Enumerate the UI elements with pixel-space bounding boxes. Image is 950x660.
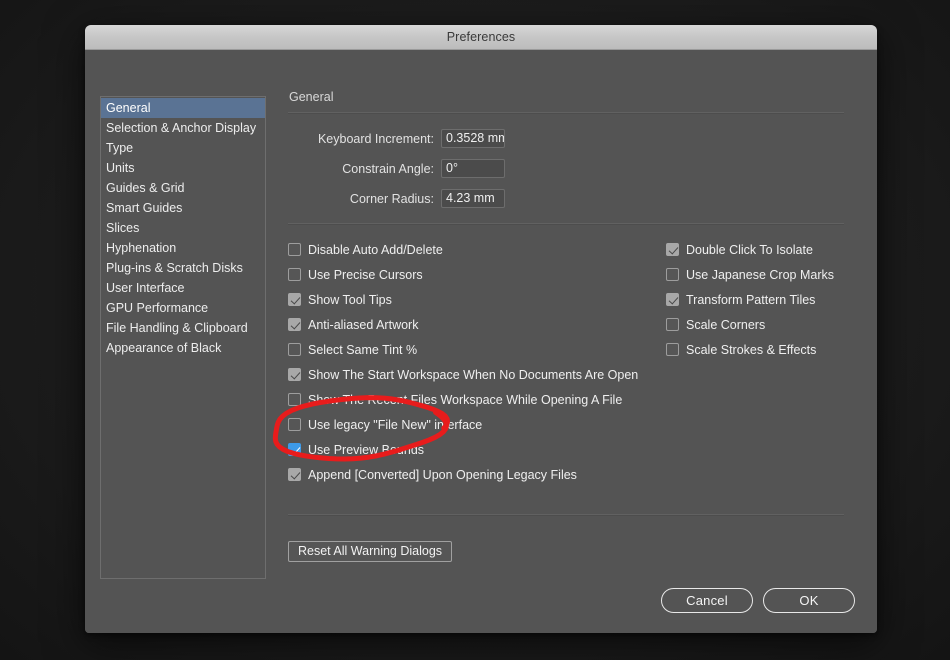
checkbox-show-the-start-workspace-when-no-documents-are-open[interactable]: [288, 368, 301, 381]
sidebar-item-file-handling-clipboard[interactable]: File Handling & Clipboard: [101, 318, 265, 338]
dialog-titlebar: Preferences: [85, 25, 877, 50]
checkbox-show-tool-tips[interactable]: [288, 293, 301, 306]
checkbox-row-use-japanese-crop-marks[interactable]: Use Japanese Crop Marks: [666, 262, 866, 287]
checkbox-transform-pattern-tiles[interactable]: [666, 293, 679, 306]
corner-radius-row: Corner Radius: 4.23 mm: [281, 188, 846, 209]
sidebar-item-selection-anchor-display[interactable]: Selection & Anchor Display: [101, 118, 265, 138]
checkbox-select-same-tint[interactable]: [288, 343, 301, 356]
checkbox-label-scale-corners: Scale Corners: [686, 317, 766, 332]
checkbox-scale-corners[interactable]: [666, 318, 679, 331]
panel-section-title: General: [289, 90, 334, 104]
checkbox-label-use-preview-bounds: Use Preview Bounds: [308, 442, 425, 457]
keyboard-increment-input[interactable]: 0.3528 mm: [441, 129, 505, 148]
checkbox-row-show-tool-tips[interactable]: Show Tool Tips: [288, 287, 688, 312]
preferences-panel: General Keyboard Increment: 0.3528 mm Cons…: [281, 90, 846, 567]
checkbox-use-precise-cursors[interactable]: [288, 268, 301, 281]
field-group: Keyboard Increment: 0.3528 mm Constrain An…: [281, 128, 846, 209]
section-divider-middle: [288, 223, 844, 225]
checkbox-label-show-the-recent-files-workspace-while-opening-a-file: Show The Recent Files Workspace While Op…: [308, 392, 623, 407]
sidebar-item-appearance-of-black[interactable]: Appearance of Black: [101, 338, 265, 358]
checkbox-label-use-japanese-crop-marks: Use Japanese Crop Marks: [686, 267, 834, 282]
sidebar-item-type[interactable]: Type: [101, 138, 265, 158]
dialog-footer: Cancel OK: [661, 588, 855, 613]
sidebar-item-smart-guides[interactable]: Smart Guides: [101, 198, 265, 218]
checkbox-use-japanese-crop-marks[interactable]: [666, 268, 679, 281]
sidebar-item-plug-ins-scratch-disks[interactable]: Plug-ins & Scratch Disks: [101, 258, 265, 278]
cancel-button[interactable]: Cancel: [661, 588, 753, 613]
checkbox-scale-strokes-effects[interactable]: [666, 343, 679, 356]
ok-button[interactable]: OK: [763, 588, 855, 613]
corner-radius-label: Corner Radius:: [349, 191, 434, 206]
sidebar-item-hyphenation[interactable]: Hyphenation: [101, 238, 265, 258]
checkbox-label-show-the-start-workspace-when-no-documents-are-open: Show The Start Workspace When No Documen…: [308, 367, 639, 382]
checkbox-label-use-legacy-file-new-interface: Use legacy "File New" interface: [308, 417, 483, 432]
checkbox-disable-auto-add-delete[interactable]: [288, 243, 301, 256]
preferences-dialog: Preferences General Selection & Anchor Di…: [85, 25, 877, 633]
checkbox-label-scale-strokes-effects: Scale Strokes & Effects: [686, 342, 817, 357]
constrain-angle-label: Constrain Angle:: [342, 161, 434, 176]
checkbox-label-double-click-to-isolate: Double Click To Isolate: [686, 242, 813, 257]
reset-warnings-wrap: Reset All Warning Dialogs: [288, 541, 453, 562]
constrain-angle-input[interactable]: 0°: [441, 159, 505, 178]
checkbox-row-scale-strokes-effects[interactable]: Scale Strokes & Effects: [666, 337, 866, 362]
corner-radius-input[interactable]: 4.23 mm: [441, 189, 505, 208]
sidebar-item-slices[interactable]: Slices: [101, 218, 265, 238]
checkbox-row-use-legacy-file-new-interface[interactable]: Use legacy "File New" interface: [288, 412, 688, 437]
checkbox-append-converted-upon-opening-legacy-files[interactable]: [288, 468, 301, 481]
checkbox-label-append-converted-upon-opening-legacy-files: Append [Converted] Upon Opening Legacy F…: [308, 467, 577, 482]
checkbox-group: Disable Auto Add/Delete Use Precise Curso…: [281, 237, 846, 567]
checkbox-row-transform-pattern-tiles[interactable]: Transform Pattern Tiles: [666, 287, 866, 312]
checkbox-row-double-click-to-isolate[interactable]: Double Click To Isolate: [666, 237, 866, 262]
checkbox-label-anti-aliased-artwork: Anti-aliased Artwork: [308, 317, 419, 332]
section-divider-bottom: [288, 514, 844, 516]
checkbox-label-show-tool-tips: Show Tool Tips: [308, 292, 392, 307]
checkbox-show-the-recent-files-workspace-while-opening-a-file[interactable]: [288, 393, 301, 406]
section-divider-top: [288, 112, 844, 114]
reset-all-warning-dialogs-button[interactable]: Reset All Warning Dialogs: [288, 541, 453, 562]
dialog-body: General Selection & Anchor Display Type Uni…: [85, 50, 877, 633]
constrain-angle-row: Constrain Angle: 0°: [281, 158, 846, 179]
checkbox-row-show-the-recent-files-workspace-while-opening-a-file[interactable]: Show The Recent Files Workspace While Op…: [288, 387, 688, 412]
checkbox-row-select-same-tint[interactable]: Select Same Tint %: [288, 337, 688, 362]
dialog-title: Preferences: [446, 30, 516, 44]
checkbox-row-scale-corners[interactable]: Scale Corners: [666, 312, 866, 337]
checkbox-use-legacy-file-new-interface[interactable]: [288, 418, 301, 431]
sidebar-item-units[interactable]: Units: [101, 158, 265, 178]
checkbox-label-select-same-tint: Select Same Tint %: [308, 342, 418, 357]
keyboard-increment-label: Keyboard Increment:: [317, 131, 434, 146]
checkbox-row-append-converted-upon-opening-legacy-files[interactable]: Append [Converted] Upon Opening Legacy F…: [288, 462, 688, 487]
checkbox-use-preview-bounds[interactable]: [288, 443, 301, 456]
checkbox-double-click-to-isolate[interactable]: [666, 243, 679, 256]
sidebar-item-general[interactable]: General: [101, 98, 265, 118]
checkbox-column-right: Double Click To Isolate Use Japanese Crop…: [666, 237, 866, 362]
checkbox-label-transform-pattern-tiles: Transform Pattern Tiles: [686, 292, 816, 307]
sidebar-item-gpu-performance[interactable]: GPU Performance: [101, 298, 265, 318]
preferences-category-list[interactable]: General Selection & Anchor Display Type Uni…: [100, 96, 266, 579]
checkbox-row-use-precise-cursors[interactable]: Use Precise Cursors: [288, 262, 688, 287]
sidebar-item-guides-grid[interactable]: Guides & Grid: [101, 178, 265, 198]
checkbox-label-use-precise-cursors: Use Precise Cursors: [308, 267, 423, 282]
keyboard-increment-row: Keyboard Increment: 0.3528 mm: [281, 128, 846, 149]
checkbox-column-left: Disable Auto Add/Delete Use Precise Curso…: [288, 237, 688, 487]
checkbox-anti-aliased-artwork[interactable]: [288, 318, 301, 331]
checkbox-label-disable-auto-add-delete: Disable Auto Add/Delete: [308, 242, 443, 257]
checkbox-row-disable-auto-add-delete[interactable]: Disable Auto Add/Delete: [288, 237, 688, 262]
desktop-background: Preferences General Selection & Anchor Di…: [0, 0, 950, 660]
checkbox-row-anti-aliased-artwork[interactable]: Anti-aliased Artwork: [288, 312, 688, 337]
sidebar-item-user-interface[interactable]: User Interface: [101, 278, 265, 298]
checkbox-row-show-the-start-workspace-when-no-documents-are-open[interactable]: Show The Start Workspace When No Documen…: [288, 362, 688, 387]
checkbox-row-use-preview-bounds[interactable]: Use Preview Bounds: [288, 437, 688, 462]
